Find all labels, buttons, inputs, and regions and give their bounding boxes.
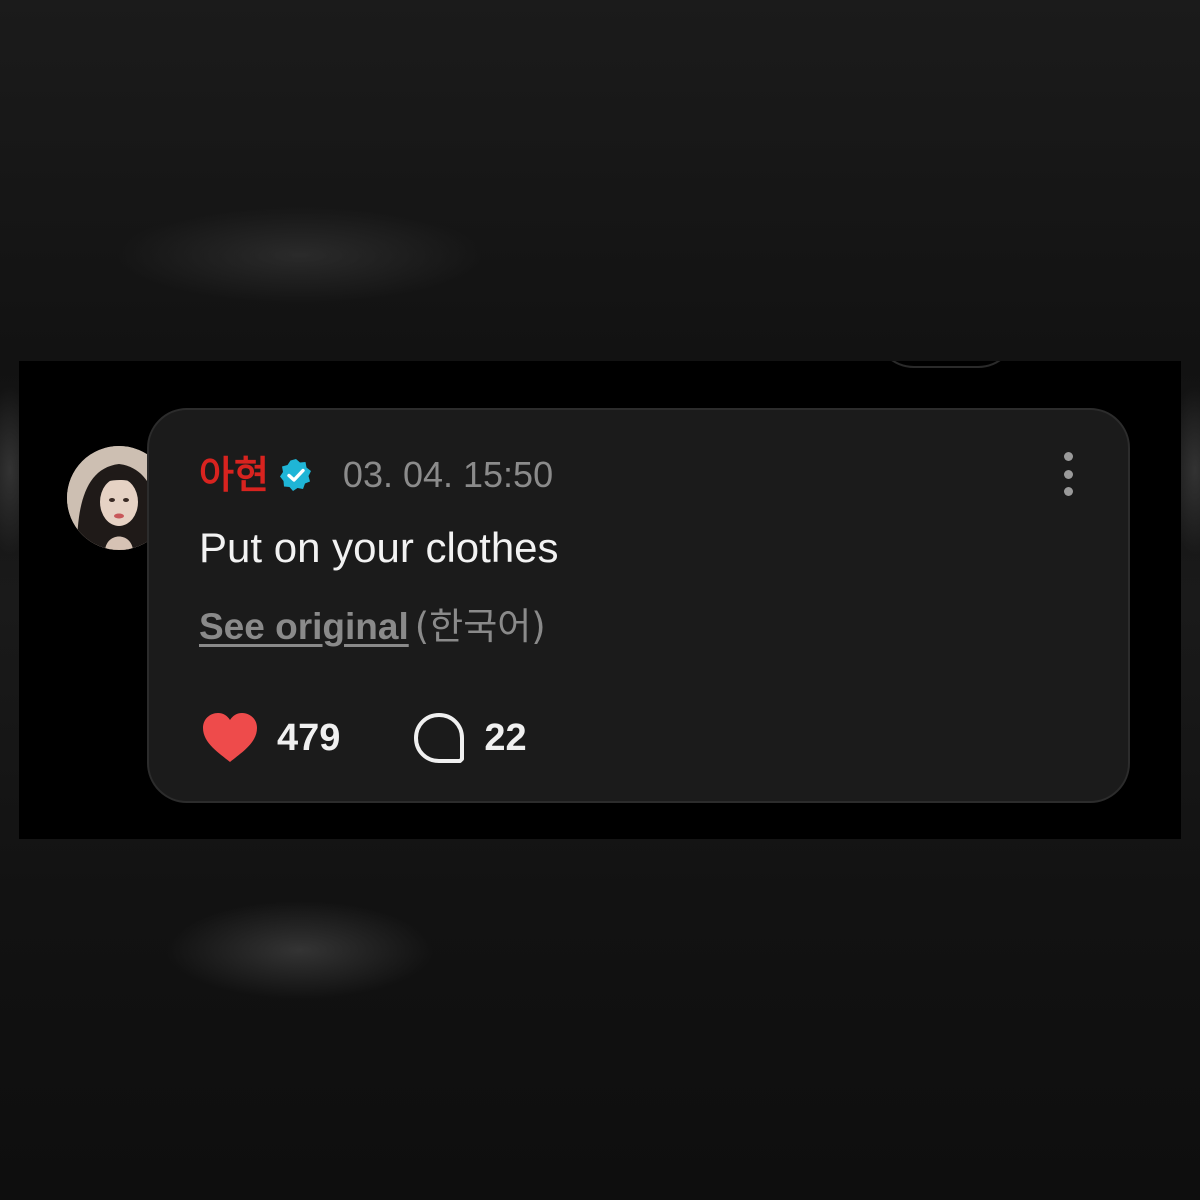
see-original-link[interactable]: See original: [199, 606, 409, 647]
username[interactable]: 아현: [199, 450, 269, 500]
comment-button[interactable]: 22: [412, 711, 527, 765]
action-bar: 479 22: [201, 710, 527, 766]
original-language-label: (한국어): [414, 605, 546, 648]
heart-icon: [203, 713, 257, 762]
message-text: Put on your clothes: [199, 524, 559, 571]
like-count: 479: [277, 716, 341, 759]
message-card: 아현 03. 04. 15:50 Put on your clothes See…: [147, 408, 1130, 803]
chat-screen: 아현 03. 04. 15:50 Put on your clothes See…: [19, 361, 1181, 839]
speech-bubble-icon: [414, 713, 465, 763]
comment-count: 22: [484, 716, 527, 759]
timestamp: 03. 04. 15:50: [342, 454, 554, 495]
like-button[interactable]: 479: [201, 712, 340, 764]
more-vertical-icon[interactable]: [1058, 452, 1078, 496]
verified-badge-icon: [279, 459, 311, 491]
translation-row: See original (한국어): [199, 602, 546, 652]
previous-message-bubble-edge: [874, 361, 1018, 368]
message-header: 아현 03. 04. 15:50: [199, 450, 553, 500]
